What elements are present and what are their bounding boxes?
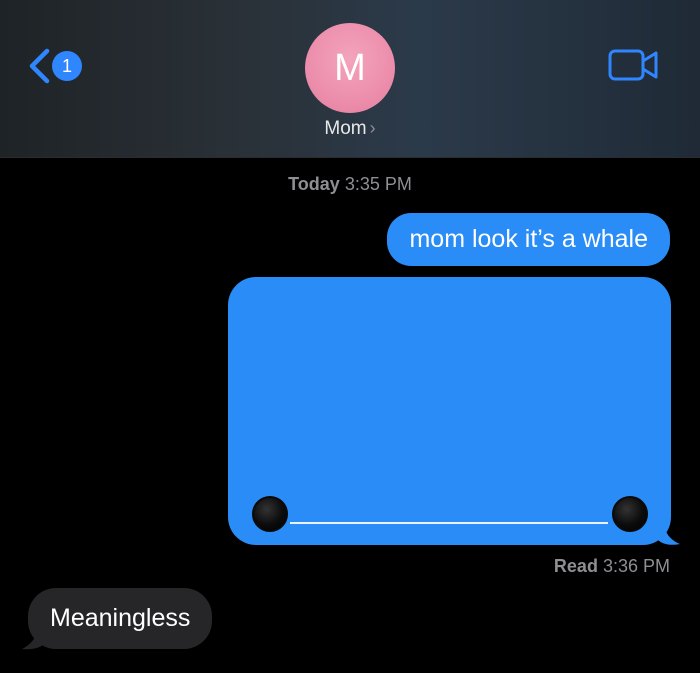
avatar-initial: M bbox=[334, 46, 366, 89]
bubble-tail bbox=[658, 522, 680, 545]
read-time: 3:36 PM bbox=[602, 556, 670, 576]
back-button[interactable]: 1 bbox=[28, 46, 82, 86]
whale-eye-right bbox=[612, 496, 648, 532]
sent-drawing-bubble[interactable] bbox=[228, 277, 671, 545]
read-label: Read bbox=[553, 556, 598, 576]
whale-mouth-line bbox=[290, 522, 608, 524]
timestamp-day: Today bbox=[288, 174, 340, 194]
video-camera-icon bbox=[608, 49, 660, 85]
contact-name: Mom bbox=[324, 118, 367, 139]
received-message-text: Meaningless bbox=[50, 604, 191, 632]
contact-name-button[interactable]: Mom › bbox=[0, 118, 700, 140]
chevron-right-icon: › bbox=[369, 118, 376, 138]
unread-count-badge: 1 bbox=[52, 51, 82, 81]
received-message-bubble[interactable]: Meaningless bbox=[28, 588, 213, 649]
chevron-left-icon bbox=[28, 48, 50, 84]
read-receipt: Read 3:36 PM bbox=[554, 556, 670, 577]
timestamp-time: 3:35 PM bbox=[344, 174, 412, 194]
conversation-header: 1 M Mom › bbox=[0, 0, 700, 158]
whale-eye-left bbox=[252, 496, 288, 532]
message-timestamp: Today 3:35 PM bbox=[0, 174, 700, 195]
contact-avatar[interactable]: M bbox=[305, 23, 395, 113]
facetime-video-button[interactable] bbox=[608, 49, 660, 86]
sent-message-bubble[interactable]: mom look it’s a whale bbox=[387, 213, 670, 266]
